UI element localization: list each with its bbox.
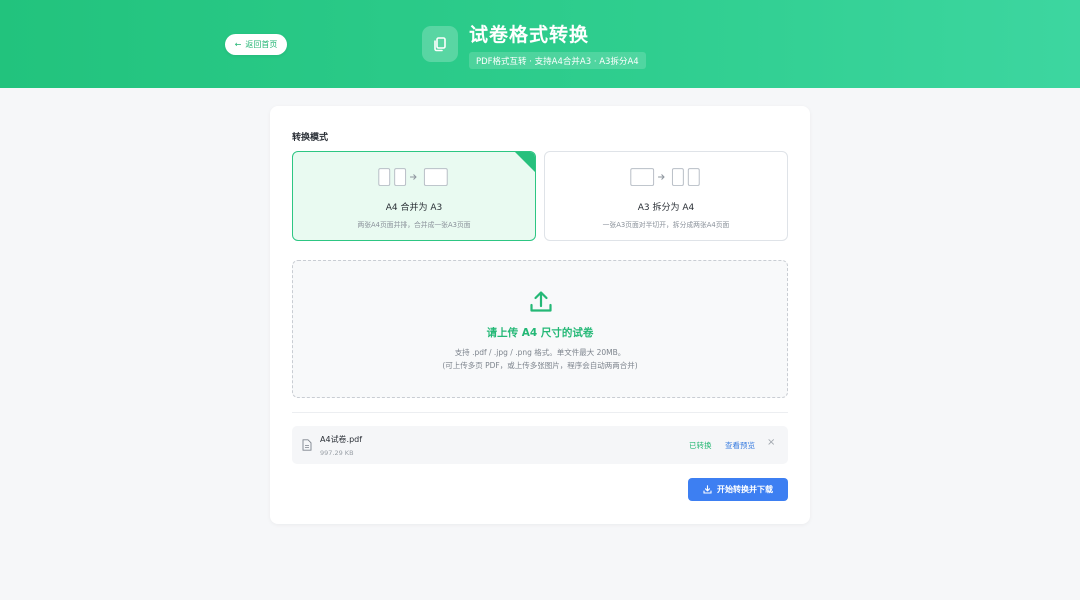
- file-list-item: A4试卷.pdf 997.29 KB 已转换 查看预览 ×: [292, 426, 788, 464]
- mode-split-a3-to-a4[interactable]: A3 拆分为 A4 一张A3页面对半切开，拆分成两张A4页面: [544, 151, 788, 241]
- mode-merge-desc: 两张A4页面并排，合并成一张A3页面: [357, 221, 471, 229]
- split-diagram-icon: [630, 168, 700, 186]
- upload-title: 请上传 A4 尺寸的试卷: [486, 327, 594, 339]
- upload-icon: [530, 291, 552, 312]
- mode-merge-title: A4 合并为 A3: [385, 203, 443, 213]
- file-name: A4试卷.pdf: [320, 435, 363, 444]
- mode-split-desc: 一张A3页面对半切开，拆分成两张A4页面: [602, 221, 730, 229]
- mode-merge-a4-to-a3[interactable]: A4 合并为 A3 两张A4页面并排，合并成一张A3页面: [292, 151, 536, 241]
- file-size: 997.29 KB: [320, 449, 354, 457]
- arrow-left-icon: ←: [234, 39, 242, 49]
- mode-split-title: A3 拆分为 A4: [637, 203, 695, 213]
- view-preview-link[interactable]: 查看预览: [725, 440, 755, 451]
- page-title: 试卷格式转换: [469, 24, 590, 46]
- back-home-label: 返回首页: [245, 40, 278, 49]
- page-header: ← 返回首页 试卷格式转换 PDF格式互转 · 支持A4合并A3 · A3拆分A…: [0, 0, 1080, 88]
- page-subtitle: PDF格式互转 · 支持A4合并A3 · A3拆分A4: [469, 52, 646, 69]
- section-divider: [292, 412, 788, 413]
- upload-hint-merge: (可上传多页 PDF，或上传多张图片，程序会自动两两合并): [442, 361, 638, 370]
- upload-dropzone[interactable]: 请上传 A4 尺寸的试卷 支持 .pdf / .jpg / .png 格式。单文…: [292, 260, 788, 398]
- file-icon: [302, 439, 312, 451]
- file-status-badge: 已转换: [689, 441, 712, 450]
- merge-diagram-icon: [378, 168, 448, 186]
- close-icon[interactable]: ×: [767, 437, 775, 448]
- upload-hint-formats: 支持 .pdf / .jpg / .png 格式。单文件最大 20MB。: [454, 348, 626, 357]
- back-home-button[interactable]: ← 返回首页: [225, 34, 287, 55]
- copy-document-icon: [422, 26, 458, 62]
- start-convert-download-button[interactable]: 开始转换并下载: [688, 478, 788, 501]
- mode-section-label: 转换模式: [292, 133, 329, 143]
- download-icon: [703, 485, 712, 494]
- converter-card: 转换模式 A4 合并为 A3 两张A4页面并排，合并成一张A3页面 A3 拆分为…: [270, 106, 810, 524]
- start-button-label: 开始转换并下载: [717, 485, 773, 494]
